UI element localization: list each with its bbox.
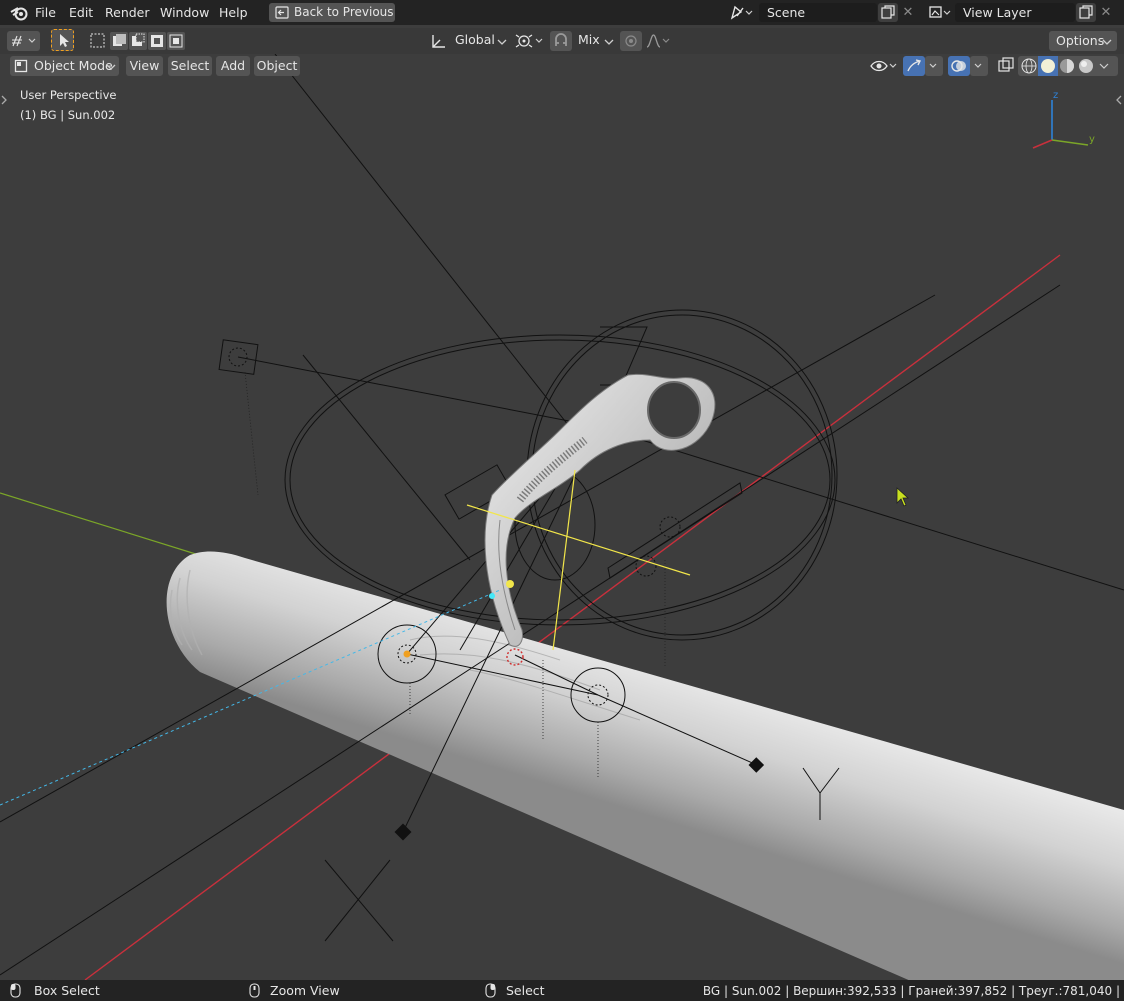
xray-toggle[interactable] [996,56,1016,76]
object-menu[interactable]: Object [254,56,300,76]
menu-file[interactable]: File [35,4,56,22]
navigation-gizmo[interactable] [1032,100,1089,149]
solid-shading-icon [1041,59,1055,73]
mouse-middle-icon [249,983,260,998]
select-mode-extend-icon [110,32,128,50]
object-mode-label: Object Mode [34,58,113,73]
proportional-edit-icon[interactable] [620,31,642,51]
select-mode-intersect-icon [167,32,185,50]
shading-mode-group[interactable] [1018,56,1118,76]
menu-render[interactable]: Render [105,4,150,22]
copy-icon [1079,5,1093,19]
gizmo-toggle[interactable] [903,56,943,76]
visibility-icon [870,60,888,72]
chevron-down-icon [1102,39,1112,45]
menu-edit[interactable]: Edit [69,4,93,22]
view-layer-icon[interactable] [927,4,953,21]
scene-close-button[interactable]: ✕ [899,3,917,22]
mouse-left-icon [10,983,21,998]
scene-render [0,54,1124,980]
select-mode-group[interactable] [89,32,185,50]
menu-window[interactable]: Window [160,4,209,22]
top-menu-bar: File Edit Render Window Help Back to Pre… [0,0,1124,25]
scene-icon[interactable] [729,4,755,21]
close-icon: ✕ [902,5,914,20]
camera-target-dot [489,593,495,599]
falloff-icon[interactable] [645,32,673,50]
add-menu[interactable]: Add [216,56,250,76]
3d-viewport[interactable]: Object Mode View Select Add Object User … [0,54,1124,980]
toolbar-region-handle[interactable] [0,94,8,106]
chevron-down-icon [604,39,614,45]
select-tool-button[interactable] [51,29,74,51]
overlay-toggle[interactable] [948,56,988,76]
select-mode-new-icon [90,33,105,48]
back-to-previous-button[interactable]: Back to Previous [269,3,395,22]
view-layer-copy-button[interactable] [1076,3,1096,22]
sidebar-region-handle[interactable] [1115,94,1123,106]
visibility-dropdown[interactable] [868,56,900,76]
cursor-icon [896,487,910,507]
light-dot [506,580,514,588]
options-label: Options [1056,33,1105,48]
menu-help[interactable]: Help [219,4,248,22]
status-zoom-view: Zoom View [270,983,340,998]
orientation-icon[interactable] [430,33,448,49]
transform-pivot-dropdown[interactable] [7,31,40,51]
select-mode-subtract-icon [129,32,147,50]
cylinder-mesh [166,551,1124,980]
chevron-down-icon [106,64,116,70]
back-to-previous-label: Back to Previous [294,5,394,19]
gizmo-y-label[interactable]: y [1089,134,1095,145]
select-menu[interactable]: Select [168,56,212,76]
back-icon [275,6,289,19]
active-object-label: (1) BG | Sun.002 [20,108,116,122]
material-shading-icon [1060,59,1074,73]
status-box-select: Box Select [34,983,100,998]
options-dropdown[interactable]: Options [1049,31,1117,51]
view-menu[interactable]: View [126,56,163,76]
gizmo-z-label[interactable]: z [1053,90,1058,101]
snap-icon[interactable] [550,31,572,51]
rendered-shading-icon [1079,59,1093,73]
xray-icon [998,57,1014,72]
close-icon: ✕ [1100,5,1112,20]
mouse-right-icon [485,983,496,998]
select-mode-invert-icon [148,32,166,50]
snap-mode-dropdown[interactable]: Mix [578,30,600,50]
scene-copy-button[interactable] [878,3,898,22]
perspective-label: User Perspective [20,88,117,102]
scene-name-field[interactable]: Scene [759,3,877,22]
tool-header: Global Mix Options [0,28,1124,54]
transform-pivot-icon [12,35,36,47]
chevron-down-icon [497,39,507,45]
y-axis-line [0,492,216,561]
view-layer-close-button[interactable]: ✕ [1097,3,1115,22]
view-layer-name-field[interactable]: View Layer [955,3,1075,22]
object-mode-icon [14,59,28,73]
status-select: Select [506,983,545,998]
pivot-icon[interactable] [514,32,546,50]
scene-statistics: BG | Sun.002 | Вершин:392,533 | Граней:3… [702,984,1120,998]
transform-orientation-dropdown[interactable]: Global [455,30,495,50]
blender-logo-icon[interactable] [10,4,28,22]
object-mode-dropdown[interactable]: Object Mode [10,56,119,76]
copy-icon [881,5,895,19]
select-tool-icon [60,34,69,47]
status-bar: Box Select Zoom View Select BG | Sun.002… [0,980,1124,1001]
